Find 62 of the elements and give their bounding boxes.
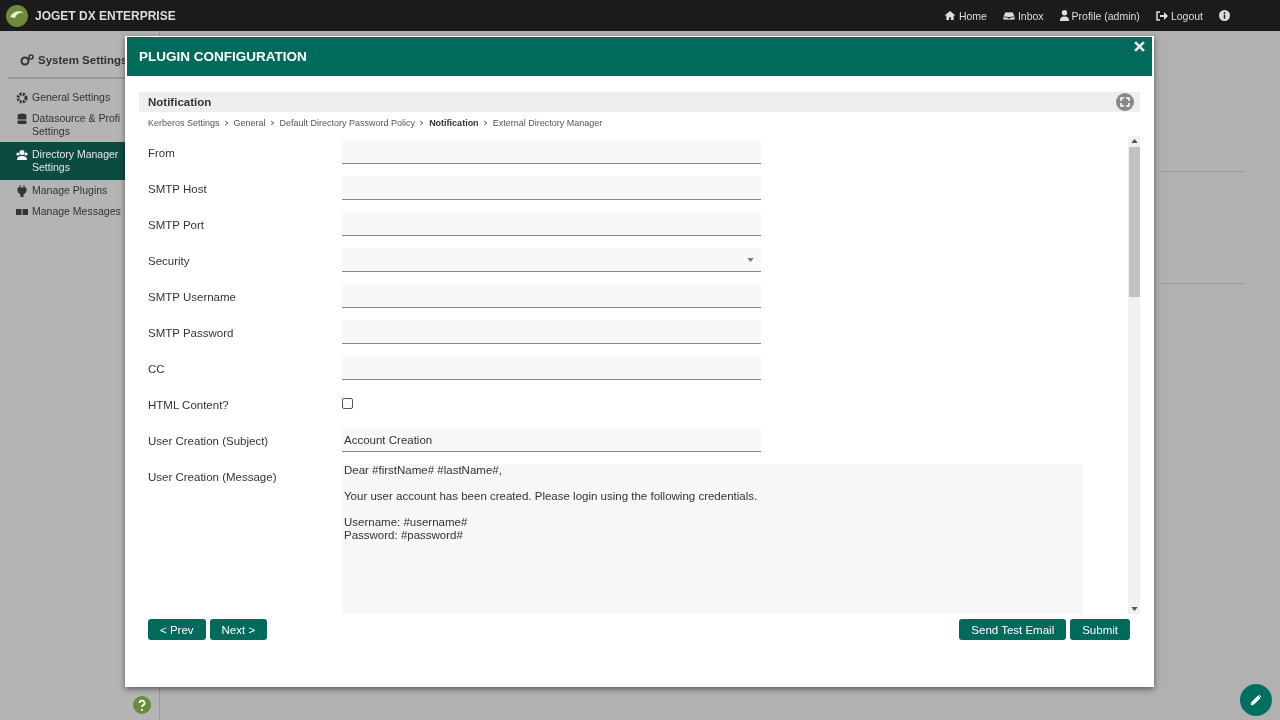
pencil-icon — [1248, 692, 1264, 708]
field-label: SMTP Username — [148, 290, 237, 303]
breadcrumb-link[interactable]: Default Directory Password Policy — [279, 118, 416, 128]
user-icon — [1059, 10, 1069, 21]
input-field[interactable] — [342, 284, 761, 308]
messages-icon — [16, 206, 28, 218]
info-icon[interactable] — [1219, 10, 1230, 21]
gears-icon — [20, 54, 34, 66]
brand-name: JOGET DX ENTERPRISE — [35, 8, 176, 23]
nav-link[interactable]: Logout — [1155, 9, 1203, 22]
users-icon — [16, 149, 28, 161]
chevron-icon — [482, 120, 489, 126]
help-icon[interactable] — [133, 696, 151, 714]
input-field[interactable] — [342, 140, 761, 164]
logo-icon — [5, 3, 29, 28]
breadcrumb-link[interactable]: Notification — [429, 118, 479, 128]
field-label: Security — [148, 254, 191, 267]
close-icon — [1134, 41, 1145, 52]
input-field[interactable] — [342, 176, 761, 200]
chevron-icon — [269, 120, 276, 126]
input-field[interactable] — [342, 356, 761, 380]
scroll-down-icon[interactable] — [1130, 607, 1138, 611]
field-label: User Creation (Subject) — [148, 434, 270, 447]
field-label: SMTP Password — [148, 326, 235, 339]
input-field[interactable]: Account Creation — [342, 428, 761, 452]
field-label: HTML Content? — [148, 398, 230, 411]
caret-icon — [747, 257, 754, 262]
message-field[interactable]: Dear #firstName# #lastName#, Your user account has been created. Please login using the following credentials. Username: #username# Password: #password# — [342, 464, 1083, 614]
field-label: User Creation (Message) — [148, 470, 278, 483]
scrollbar[interactable] — [1128, 136, 1140, 614]
checkbox[interactable] — [342, 398, 353, 409]
logout-icon — [1155, 10, 1168, 21]
breadcrumb-link[interactable]: External Directory Manager — [492, 118, 603, 128]
gear-icon — [16, 92, 28, 104]
close-button[interactable] — [1134, 41, 1145, 52]
field-label: SMTP Host — [148, 182, 208, 195]
database-icon — [16, 113, 28, 125]
nav-link[interactable]: Home — [943, 9, 987, 22]
dialog-title: PLUGIN CONFIGURATION — [139, 49, 307, 64]
plug-icon — [16, 185, 28, 197]
input-field[interactable] — [342, 212, 761, 236]
nav-button[interactable]: < Prev — [148, 619, 206, 640]
input-field[interactable] — [342, 320, 761, 344]
chevron-icon — [223, 120, 230, 126]
fullscreen-button[interactable] — [1116, 93, 1134, 111]
section-title: Notification — [148, 96, 212, 108]
breadcrumb-link[interactable]: General — [233, 118, 266, 128]
nav-link[interactable]: Profile (admin) — [1059, 9, 1140, 22]
select-field[interactable] — [342, 248, 761, 272]
sidebar-title: System Settings — [38, 54, 128, 66]
home-icon — [943, 10, 956, 21]
field-label: CC — [148, 362, 166, 375]
edit-button[interactable] — [1240, 684, 1272, 716]
nav-button[interactable]: Next > — [209, 619, 268, 640]
action-button[interactable]: Submit — [1070, 619, 1130, 640]
inbox-icon — [1002, 10, 1015, 21]
scroll-up-icon[interactable] — [1130, 139, 1138, 143]
chevron-icon — [419, 120, 426, 126]
nav-link[interactable]: Inbox — [1002, 9, 1044, 22]
expand-icon — [1120, 97, 1130, 107]
action-button[interactable]: Send Test Email — [959, 619, 1067, 640]
breadcrumb-link[interactable]: Kerberos Settings — [148, 118, 220, 128]
